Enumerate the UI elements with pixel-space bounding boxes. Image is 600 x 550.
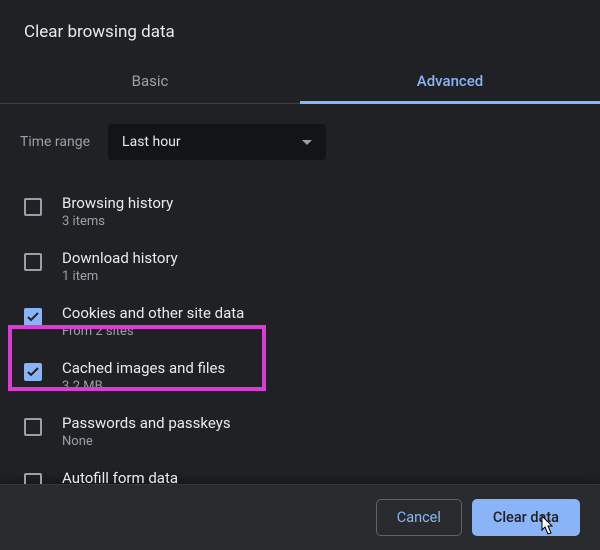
time-range-row: Time range Last hour bbox=[20, 124, 576, 160]
option-browsing-history: Browsing history 3 items bbox=[20, 184, 576, 239]
option-subtitle: 3 items bbox=[62, 214, 173, 229]
checkbox-cookies[interactable] bbox=[24, 308, 42, 326]
checkbox-passwords[interactable] bbox=[24, 418, 42, 436]
options-list: Browsing history 3 items Download histor… bbox=[20, 184, 576, 484]
option-title: Download history bbox=[62, 249, 178, 267]
cancel-button[interactable]: Cancel bbox=[376, 499, 462, 536]
tab-bar: Basic Advanced bbox=[0, 62, 600, 104]
time-range-value: Last hour bbox=[122, 134, 181, 150]
time-range-select[interactable]: Last hour bbox=[108, 124, 326, 160]
option-download-history: Download history 1 item bbox=[20, 239, 576, 294]
tab-advanced[interactable]: Advanced bbox=[300, 62, 600, 103]
dialog-body: Time range Last hour Browsing history 3 … bbox=[0, 104, 600, 484]
option-cached-images: Cached images and files 3.2 MB bbox=[20, 349, 576, 404]
clear-data-button[interactable]: Clear data bbox=[472, 499, 580, 536]
clear-browsing-data-dialog: Clear browsing data Basic Advanced Time … bbox=[0, 0, 600, 550]
time-range-label: Time range bbox=[20, 134, 90, 150]
checkbox-download-history[interactable] bbox=[24, 253, 42, 271]
option-title: Cookies and other site data bbox=[62, 304, 244, 322]
option-passwords: Passwords and passkeys None bbox=[20, 404, 576, 459]
checkbox-cached-images[interactable] bbox=[24, 363, 42, 381]
option-subtitle: None bbox=[62, 434, 231, 449]
checkbox-browsing-history[interactable] bbox=[24, 198, 42, 216]
option-subtitle: 1 item bbox=[62, 269, 178, 284]
option-cookies: Cookies and other site data From 2 sites bbox=[20, 294, 576, 349]
checkbox-autofill[interactable] bbox=[24, 473, 42, 484]
option-title: Passwords and passkeys bbox=[62, 414, 231, 432]
option-subtitle: 3.2 MB bbox=[62, 379, 225, 394]
option-autofill: Autofill form data bbox=[20, 459, 576, 484]
option-title: Cached images and files bbox=[62, 359, 225, 377]
tab-basic[interactable]: Basic bbox=[0, 62, 300, 103]
option-subtitle: From 2 sites bbox=[62, 324, 244, 339]
option-title: Autofill form data bbox=[62, 469, 178, 484]
dialog-title: Clear browsing data bbox=[0, 0, 600, 56]
chevron-down-icon bbox=[302, 134, 312, 150]
option-title: Browsing history bbox=[62, 194, 173, 212]
dialog-footer: Cancel Clear data bbox=[0, 484, 600, 550]
